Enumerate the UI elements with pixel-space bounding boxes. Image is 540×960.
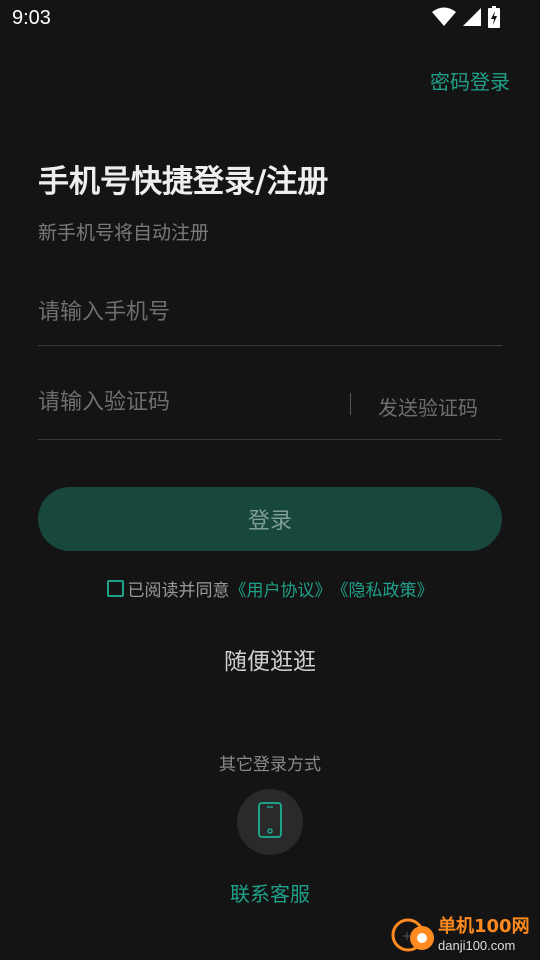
divider: [350, 393, 351, 415]
svg-text:+: +: [402, 929, 412, 943]
phone-input[interactable]: [38, 280, 502, 345]
watermark-name: 单机100网: [438, 916, 530, 937]
login-button[interactable]: 登录: [38, 487, 502, 551]
status-bar: 9:03: [0, 0, 540, 36]
battery-icon: [488, 6, 500, 28]
phone-icon: [257, 802, 283, 842]
wifi-icon: [432, 7, 456, 27]
status-icons: [432, 6, 500, 28]
send-code-button[interactable]: 发送验证码: [378, 392, 478, 421]
other-login-title: 其它登录方式: [219, 755, 321, 775]
agreement-row: 已阅读并同意 《用户协议》 《隐私政策》: [0, 576, 540, 601]
user-agreement-link[interactable]: 《用户协议》: [230, 576, 332, 601]
phone-login-button[interactable]: [237, 789, 303, 855]
phone-field: [38, 280, 502, 346]
agreement-checkbox[interactable]: [106, 580, 124, 597]
watermark-logo: +: [388, 914, 436, 956]
browse-button[interactable]: 随便逛逛: [0, 642, 540, 676]
signal-icon: [462, 7, 482, 27]
password-login-link[interactable]: 密码登录: [430, 66, 510, 95]
watermark: + 单机100网 danji100.com: [388, 912, 538, 958]
verification-code-input[interactable]: [38, 366, 338, 439]
contact-service-link[interactable]: 联系客服: [0, 878, 540, 907]
watermark-domain: danji100.com: [438, 938, 516, 953]
page-title: 手机号快捷登录/注册: [38, 164, 329, 200]
verification-code-field: 发送验证码: [38, 366, 502, 440]
privacy-policy-link[interactable]: 《隐私政策》: [332, 576, 434, 601]
agreement-text: 已阅读并同意: [127, 581, 230, 601]
status-time: 9:03: [12, 7, 51, 29]
page-subtitle: 新手机号将自动注册: [38, 222, 210, 244]
